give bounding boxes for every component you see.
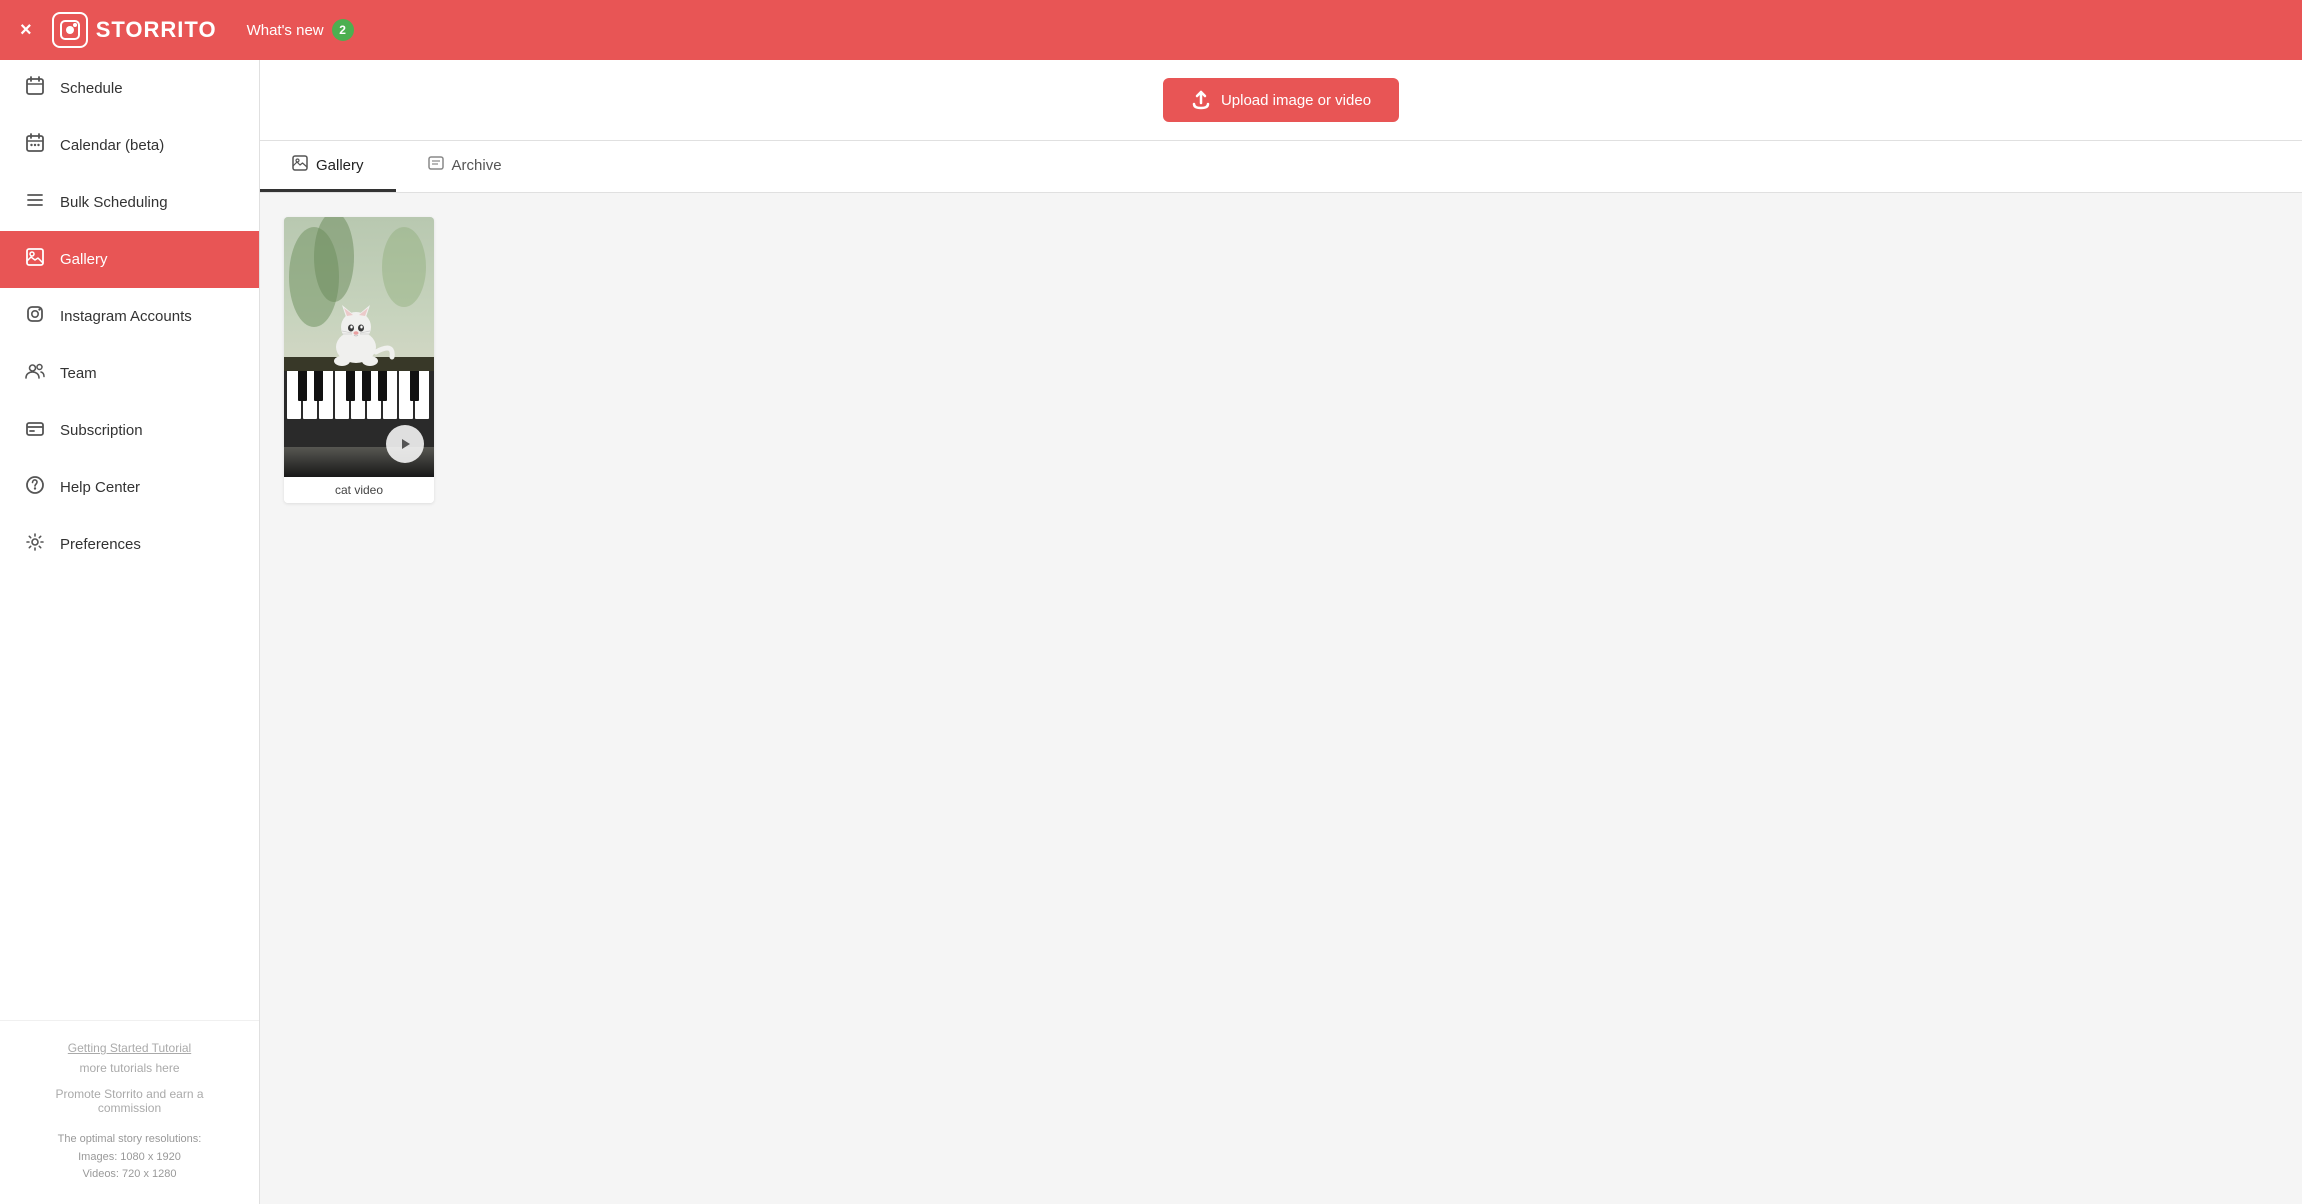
logo: STORRITO: [52, 12, 217, 48]
sidebar-item-label-team: Team: [60, 365, 97, 382]
sidebar-item-label-help-center: Help Center: [60, 479, 140, 496]
tutorial-link[interactable]: Getting Started Tutorial: [24, 1041, 235, 1055]
calendar-icon: [24, 133, 46, 158]
gallery-area: cat video: [260, 193, 2302, 1204]
upload-button-label: Upload image or video: [1221, 92, 1371, 109]
whats-new-button[interactable]: What's new 2: [247, 19, 354, 41]
help-center-icon: [24, 475, 46, 500]
resolution-videos: Videos: 720 x 1280: [24, 1166, 235, 1184]
main-layout: Schedule Calendar (beta) Bulk Scheduling Ga…: [0, 60, 2302, 1204]
tabs-bar: Gallery Archive: [260, 141, 2302, 193]
sidebar-footer: Getting Started Tutorial more tutorials …: [0, 1020, 259, 1204]
sidebar-item-label-calendar: Calendar (beta): [60, 137, 164, 154]
upload-bar: Upload image or video: [260, 60, 2302, 141]
video-badge: [386, 425, 424, 463]
bulk-scheduling-icon: [24, 190, 46, 215]
sidebar-item-label-subscription: Subscription: [60, 422, 143, 439]
sidebar-item-label-gallery: Gallery: [60, 251, 108, 268]
content-area: Upload image or video Gallery Archive: [260, 60, 2302, 1204]
logo-icon: [52, 12, 88, 48]
sidebar: Schedule Calendar (beta) Bulk Scheduling Ga…: [0, 60, 260, 1204]
upload-button[interactable]: Upload image or video: [1163, 78, 1399, 122]
close-button[interactable]: ×: [20, 19, 32, 42]
gallery-thumb-cat-video: [284, 217, 434, 477]
sidebar-nav: Schedule Calendar (beta) Bulk Scheduling Ga…: [0, 60, 259, 1020]
gallery-item-cat-video[interactable]: cat video: [284, 217, 434, 503]
team-icon: [24, 361, 46, 386]
sidebar-item-label-bulk-scheduling: Bulk Scheduling: [60, 194, 168, 211]
sidebar-item-bulk-scheduling[interactable]: Bulk Scheduling: [0, 174, 259, 231]
sidebar-item-gallery[interactable]: Gallery: [0, 231, 259, 288]
gallery-item-label-cat-video: cat video: [284, 477, 434, 503]
archive-tab-icon: [428, 155, 444, 175]
subscription-icon: [24, 418, 46, 443]
resolution-images: Images: 1080 x 1920: [24, 1149, 235, 1167]
gallery-grid: cat video: [284, 217, 2278, 503]
whats-new-badge: 2: [332, 19, 354, 41]
sidebar-item-label-preferences: Preferences: [60, 536, 141, 553]
tab-gallery[interactable]: Gallery: [260, 141, 396, 192]
sidebar-item-label-instagram-accounts: Instagram Accounts: [60, 308, 192, 325]
sidebar-item-subscription[interactable]: Subscription: [0, 402, 259, 459]
schedule-icon: [24, 76, 46, 101]
whats-new-label: What's new: [247, 22, 324, 39]
upload-icon: [1191, 90, 1211, 110]
sidebar-item-instagram-accounts[interactable]: Instagram Accounts: [0, 288, 259, 345]
sidebar-item-calendar[interactable]: Calendar (beta): [0, 117, 259, 174]
header: × STORRITO What's new 2: [0, 0, 2302, 60]
resolution-info: The optimal story resolutions: Images: 1…: [24, 1131, 235, 1184]
sidebar-item-preferences[interactable]: Preferences: [0, 516, 259, 573]
tab-label-gallery: Gallery: [316, 157, 364, 174]
preferences-icon: [24, 532, 46, 557]
sidebar-item-team[interactable]: Team: [0, 345, 259, 402]
tab-archive[interactable]: Archive: [396, 141, 534, 192]
gallery-icon: [24, 247, 46, 272]
gallery-tab-icon: [292, 155, 308, 175]
promote-text[interactable]: Promote Storrito and earn a commission: [24, 1087, 235, 1115]
sidebar-item-schedule[interactable]: Schedule: [0, 60, 259, 117]
resolution-title: The optimal story resolutions:: [24, 1131, 235, 1149]
instagram-accounts-icon: [24, 304, 46, 329]
sidebar-item-label-schedule: Schedule: [60, 80, 123, 97]
more-tutorials: more tutorials here: [24, 1061, 235, 1075]
tab-label-archive: Archive: [452, 157, 502, 174]
sidebar-item-help-center[interactable]: Help Center: [0, 459, 259, 516]
logo-text: STORRITO: [96, 17, 217, 43]
